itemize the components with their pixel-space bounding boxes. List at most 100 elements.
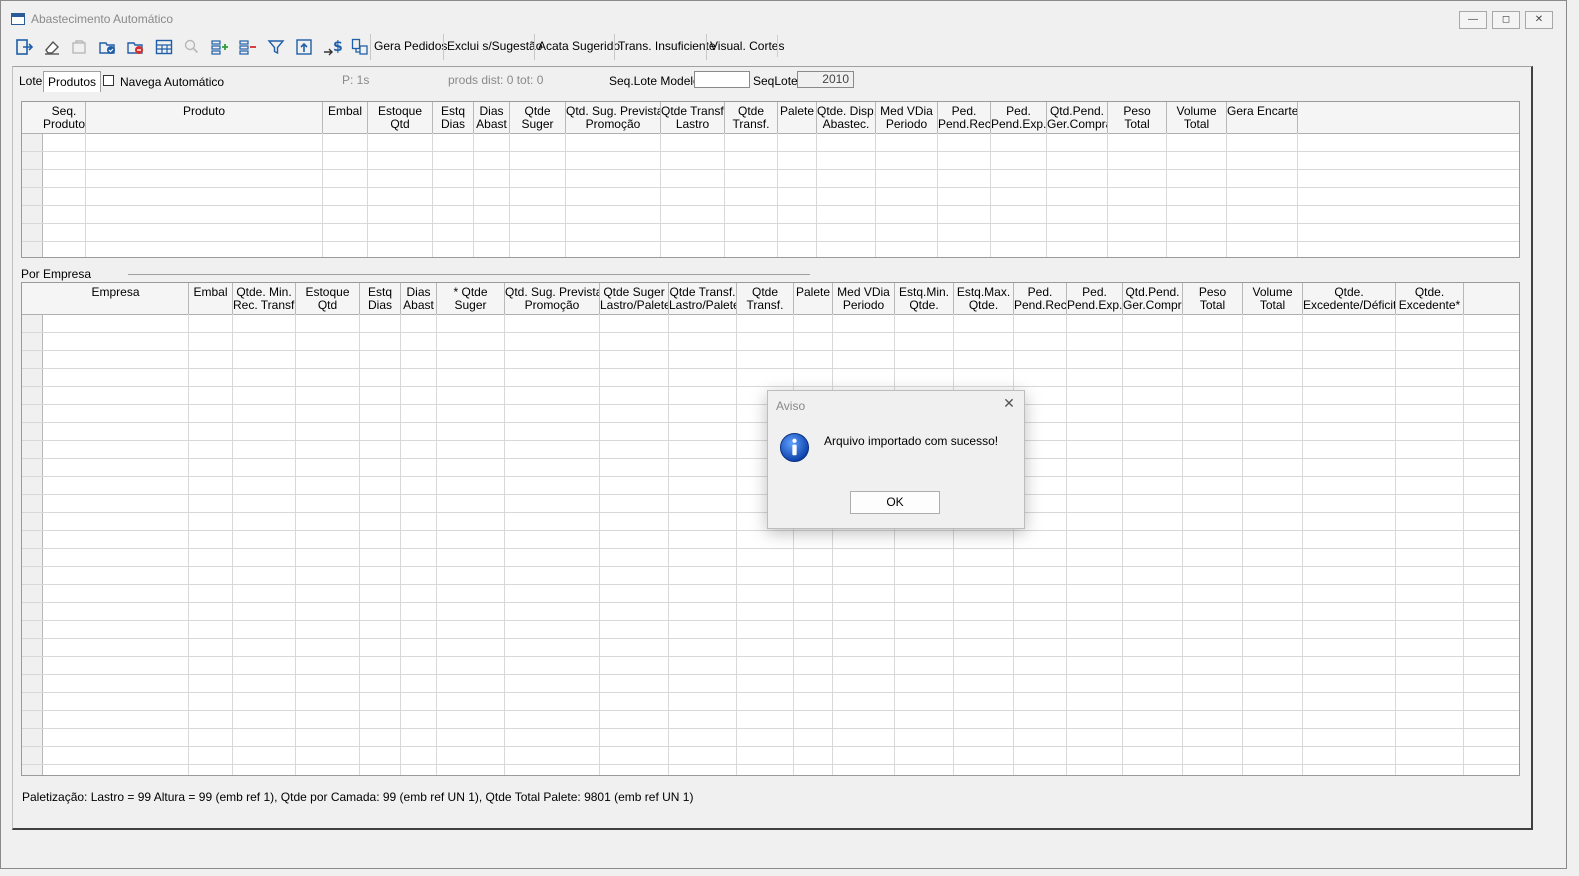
column-header[interactable]: Ped. Pend.Rec.	[938, 102, 991, 133]
filter-button[interactable]	[262, 33, 288, 59]
money-transfer-button[interactable]: $	[318, 33, 344, 59]
column-header[interactable]: Med VDia Periodo	[876, 102, 938, 133]
seq-lote-modelo-input[interactable]	[694, 71, 750, 88]
acata-sugerido-button[interactable]: Acata Sugerido	[534, 34, 623, 60]
info-icon	[779, 432, 810, 463]
table-button[interactable]	[150, 33, 176, 59]
table-row[interactable]	[22, 692, 1519, 693]
exit-button[interactable]	[10, 33, 36, 59]
column-header[interactable]: Volume Total	[1243, 283, 1303, 314]
add-list-button[interactable]	[206, 33, 232, 59]
column-header[interactable]: Qtde Transf. Lastro	[661, 102, 725, 133]
table-row[interactable]	[22, 764, 1519, 765]
tab-lote[interactable]: Lote	[15, 71, 46, 92]
column-header[interactable]: Qtde Suger Lastro/Palete	[600, 283, 669, 314]
upload-button[interactable]	[290, 33, 316, 59]
column-header[interactable]: Qtde Transf.	[725, 102, 778, 133]
table-row[interactable]	[22, 710, 1519, 711]
delete-button[interactable]	[122, 33, 148, 59]
column-header[interactable]: Dias Abast	[474, 102, 510, 133]
table-row[interactable]	[22, 151, 1519, 152]
trans-insuficiente-button[interactable]: Trans. Insuficiente	[614, 34, 719, 60]
column-header[interactable]: Estoque Qtd	[296, 283, 360, 314]
column-header[interactable]: Ped. Pend.Exp.	[1067, 283, 1123, 314]
table-row[interactable]	[22, 187, 1519, 188]
table-row[interactable]	[22, 332, 1519, 333]
column-header[interactable]: Qtd.Pend. Ger.Compra	[1047, 102, 1108, 133]
column-header[interactable]: Empresa	[43, 283, 189, 314]
column-header[interactable]: Produto	[86, 102, 323, 133]
column-header[interactable]: Qtd. Sug. Prevista Promoção	[566, 102, 661, 133]
column-header[interactable]: Qtde. Min. Rec. Transf.	[233, 283, 296, 314]
column-header[interactable]: Estoque Qtd	[368, 102, 433, 133]
gera-pedidos-button[interactable]: Gera Pedidos	[370, 34, 450, 60]
column-header[interactable]: Seq. Produto	[43, 102, 86, 133]
exclui-sugestao-button[interactable]: Exclui s/Sugestão	[443, 34, 545, 60]
column-header[interactable]: Volume Total	[1167, 102, 1227, 133]
produtos-grid[interactable]: Seq. Produto Produto Embal Estoque Qtd Estq Dia…	[21, 101, 1520, 258]
column-header[interactable]: Estq.Max. Qtde.	[954, 283, 1014, 314]
filter-icon	[267, 40, 285, 55]
column-header[interactable]: Embal	[189, 283, 233, 314]
column-header[interactable]: * Qtde Suger	[437, 283, 505, 314]
column-header[interactable]: Estq Dias	[433, 102, 474, 133]
table-row[interactable]	[22, 530, 1519, 531]
table-row[interactable]	[22, 223, 1519, 224]
column-header[interactable]: Qtde. Disp. Abastec.	[817, 102, 876, 133]
navega-checkbox[interactable]	[103, 75, 114, 86]
column-header[interactable]: Gera Encarte	[1227, 102, 1298, 133]
column-header[interactable]: Estq.Min. Qtde.	[895, 283, 954, 314]
column-header[interactable]: Qtde Transf.	[737, 283, 794, 314]
table-row[interactable]	[22, 566, 1519, 567]
column-header[interactable]: Qtde. Excedente*	[1396, 283, 1464, 314]
table-row[interactable]	[22, 350, 1519, 351]
table-row[interactable]	[22, 620, 1519, 621]
column-header[interactable]: Estq Dias	[360, 283, 401, 314]
column-header[interactable]: Embal	[323, 102, 368, 133]
column-header[interactable]: Dias Abast	[401, 283, 437, 314]
dialog-close-icon[interactable]: ✕	[1002, 396, 1016, 410]
column-divider	[359, 314, 360, 775]
table-row[interactable]	[22, 386, 1519, 387]
table-row[interactable]	[22, 602, 1519, 603]
table-row[interactable]	[22, 548, 1519, 549]
column-header[interactable]: Qtde Suger	[510, 102, 566, 133]
column-header-label: Gera Encarte	[1227, 104, 1298, 118]
maximize-button[interactable]: ◻	[1492, 11, 1520, 29]
visual-cortes-button[interactable]: Visual. Cortes	[706, 34, 787, 60]
table-row[interactable]	[22, 169, 1519, 170]
column-header[interactable]: Qtd. Sug. Prevista Promoção	[505, 283, 600, 314]
close-button[interactable]: ✕	[1525, 11, 1553, 29]
column-header[interactable]: Qtd.Pend. Ger.Compra	[1123, 283, 1183, 314]
column-divider	[599, 314, 600, 775]
column-header-label: Total	[1259, 298, 1286, 312]
table-row[interactable]	[22, 674, 1519, 675]
column-header[interactable]: Palete	[794, 283, 833, 314]
column-header[interactable]: Peso Total	[1183, 283, 1243, 314]
table-row[interactable]	[22, 241, 1519, 242]
column-header[interactable]: Ped. Pend.Rec.	[1014, 283, 1067, 314]
column-header[interactable]: Med VDia Periodo	[833, 283, 895, 314]
tab-produtos[interactable]: Produtos	[43, 71, 102, 92]
table-row[interactable]	[22, 205, 1519, 206]
table-row[interactable]	[22, 656, 1519, 657]
table-row[interactable]	[22, 638, 1519, 639]
column-header[interactable]: Palete	[778, 102, 817, 133]
folder-check-button[interactable]	[94, 33, 120, 59]
table-row[interactable]	[22, 746, 1519, 747]
minimize-button[interactable]: —	[1459, 11, 1487, 29]
column-header[interactable]: Ped. Pend.Exp.	[991, 102, 1047, 133]
remove-list-button[interactable]	[234, 33, 260, 59]
search-button[interactable]	[178, 33, 204, 59]
column-header[interactable]: Qtde. Excedente/Déficit*	[1303, 283, 1396, 314]
document-link-button[interactable]	[346, 33, 372, 59]
table-row[interactable]	[22, 368, 1519, 369]
table-row[interactable]	[22, 728, 1519, 729]
empresa-grid[interactable]: Empresa Embal Qtde. Min. Rec. Transf. Estoqu…	[21, 282, 1520, 776]
column-header[interactable]: Qtde Transf. Lastro/Palete	[669, 283, 737, 314]
column-header[interactable]: Peso Total	[1108, 102, 1167, 133]
ok-button[interactable]: OK	[850, 491, 940, 514]
table-row[interactable]	[22, 584, 1519, 585]
eraser-button[interactable]	[38, 33, 64, 59]
copy-button[interactable]	[66, 33, 92, 59]
